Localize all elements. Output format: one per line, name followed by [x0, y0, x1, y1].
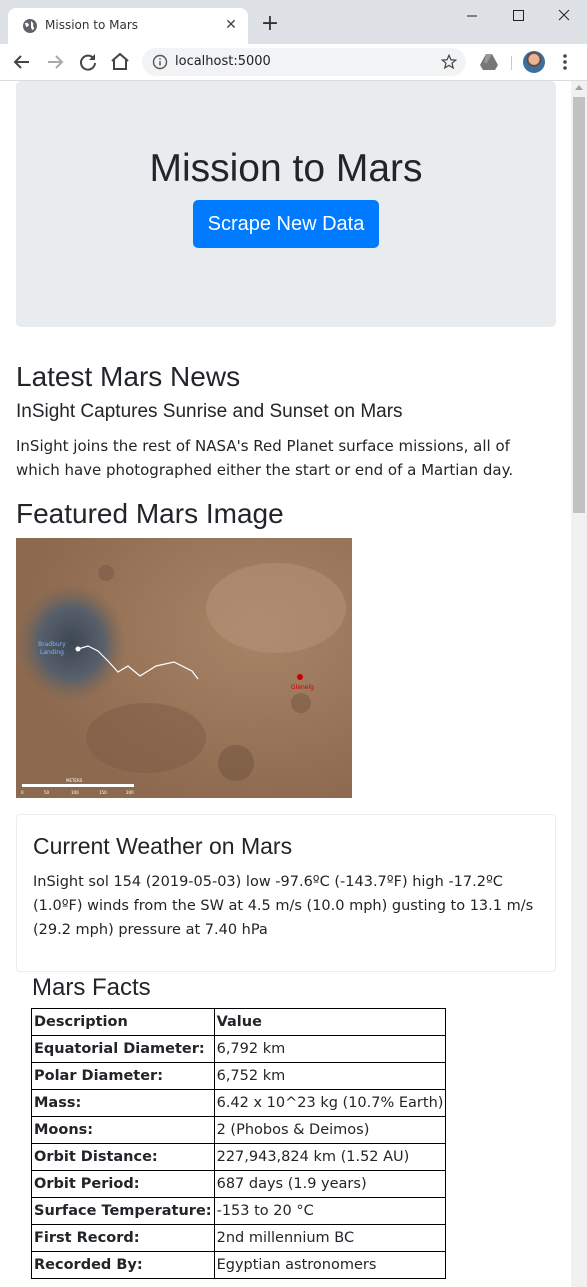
browser-tab[interactable]: Mission to Mars ✕	[8, 8, 248, 44]
table-header-row: Description Value	[31, 1008, 447, 1036]
profile-avatar[interactable]	[523, 51, 545, 73]
table-cell-label: Recorded By:	[31, 1251, 215, 1279]
weather-title: Current Weather on Mars	[33, 833, 293, 859]
tab-title: Mission to Mars	[45, 18, 139, 32]
table-row: Orbit Period: 687 days (1.9 years)	[31, 1170, 447, 1198]
vertical-scrollbar[interactable]	[571, 81, 587, 1287]
table-header-cell: Description	[31, 1008, 215, 1036]
globe-icon	[23, 19, 37, 33]
table-row: Moons: 2 (Phobos & Deimos)	[31, 1116, 447, 1144]
table-cell-label: Mass:	[31, 1089, 215, 1117]
url-text: localhost:5000	[175, 54, 271, 69]
weather-card: Current Weather on Mars InSight sol 154 …	[16, 814, 556, 972]
table-cell-label: Moons:	[31, 1116, 215, 1144]
minimize-icon[interactable]	[449, 0, 495, 32]
scroll-up-arrow-icon[interactable]	[575, 85, 583, 90]
back-arrow-icon[interactable]	[10, 50, 34, 74]
tab-strip: Mission to Mars ✕ +	[0, 0, 587, 44]
table-row: Polar Diameter: 6,752 km	[31, 1062, 447, 1090]
featured-mars-image: Bradbury Landing Glenelg METERS 0 50 100…	[16, 538, 352, 798]
table-row: First Record: 2nd millennium BC	[31, 1224, 447, 1252]
table-cell-value: 227,943,824 km (1.52 AU)	[213, 1143, 447, 1171]
mars-facts-table: Description Value Equatorial Diameter: 6…	[31, 1008, 447, 1279]
info-icon[interactable]	[152, 54, 168, 70]
window-close-icon[interactable]	[541, 0, 587, 32]
news-teaser: InSight joins the rest of NASA's Red Pla…	[16, 437, 514, 479]
drive-extension-icon[interactable]	[479, 53, 499, 71]
news-section-title: Latest Mars News	[16, 361, 241, 392]
bookmark-star-icon[interactable]	[440, 53, 458, 71]
scale-tick: 150	[99, 790, 107, 795]
table-row: Surface Temperature: -153 to 20 °C	[31, 1197, 447, 1225]
scrape-new-data-button[interactable]: Scrape New Data	[193, 200, 379, 248]
table-cell-value: 2nd millennium BC	[213, 1224, 447, 1252]
page-viewport: Mission to Mars Scrape New Data Latest M…	[0, 81, 571, 1287]
browser-toolbar: localhost:5000	[0, 44, 587, 81]
weather-text: InSight sol 154 (2019-05-03) low -97.6ºC…	[33, 874, 534, 938]
table-cell-value: -153 to 20 °C	[213, 1197, 447, 1225]
table-header-cell: Value	[213, 1008, 447, 1036]
news-headline: InSight Captures Sunrise and Sunset on M…	[16, 401, 403, 422]
table-cell-value: 2 (Phobos & Deimos)	[213, 1116, 447, 1144]
jumbotron: Mission to Mars Scrape New Data	[16, 81, 556, 327]
target-label: Glenelg	[291, 684, 314, 691]
maximize-icon[interactable]	[495, 0, 541, 32]
table-cell-value: 6.42 x 10^23 kg (10.7% Earth)	[213, 1089, 447, 1117]
table-cell-value: Egyptian astronomers	[213, 1251, 447, 1279]
table-cell-value: 687 days (1.9 years)	[213, 1170, 447, 1198]
table-cell-value: 6,752 km	[213, 1062, 447, 1090]
table-row: Recorded By: Egyptian astronomers	[31, 1251, 447, 1279]
table-row: Orbit Distance: 227,943,824 km (1.52 AU)	[31, 1143, 447, 1171]
page-title: Mission to Mars	[149, 147, 423, 190]
table-cell-label: Polar Diameter:	[31, 1062, 215, 1090]
toolbar-separator	[511, 56, 512, 70]
tab-close-icon[interactable]: ✕	[222, 16, 240, 34]
featured-image-title: Featured Mars Image	[16, 498, 284, 529]
forward-arrow-icon[interactable]	[43, 50, 67, 74]
scale-tick: 100	[71, 790, 79, 795]
table-cell-label: Orbit Distance:	[31, 1143, 215, 1171]
address-bar[interactable]: localhost:5000	[142, 48, 466, 76]
scale-tick: 200	[126, 790, 134, 795]
table-row: Mass: 6.42 x 10^23 kg (10.7% Earth)	[31, 1089, 447, 1117]
scrollbar-thumb[interactable]	[573, 97, 585, 513]
table-cell-label: Equatorial Diameter:	[31, 1035, 215, 1063]
table-cell-label: Orbit Period:	[31, 1170, 215, 1198]
home-icon[interactable]	[108, 50, 132, 74]
scale-tick: 50	[44, 790, 50, 795]
mars-facts-title: Mars Facts	[32, 974, 151, 1001]
landing-label: Landing	[40, 649, 64, 656]
reload-icon[interactable]	[76, 50, 100, 74]
table-cell-value: 6,792 km	[213, 1035, 447, 1063]
scale-title: METERS	[66, 778, 83, 783]
table-cell-label: First Record:	[31, 1224, 215, 1252]
landing-label: Bradbury	[38, 641, 66, 648]
table-cell-label: Surface Temperature:	[31, 1197, 215, 1225]
table-row: Equatorial Diameter: 6,792 km	[31, 1035, 447, 1063]
more-menu-icon[interactable]	[556, 52, 574, 72]
new-tab-icon[interactable]: +	[258, 12, 282, 36]
